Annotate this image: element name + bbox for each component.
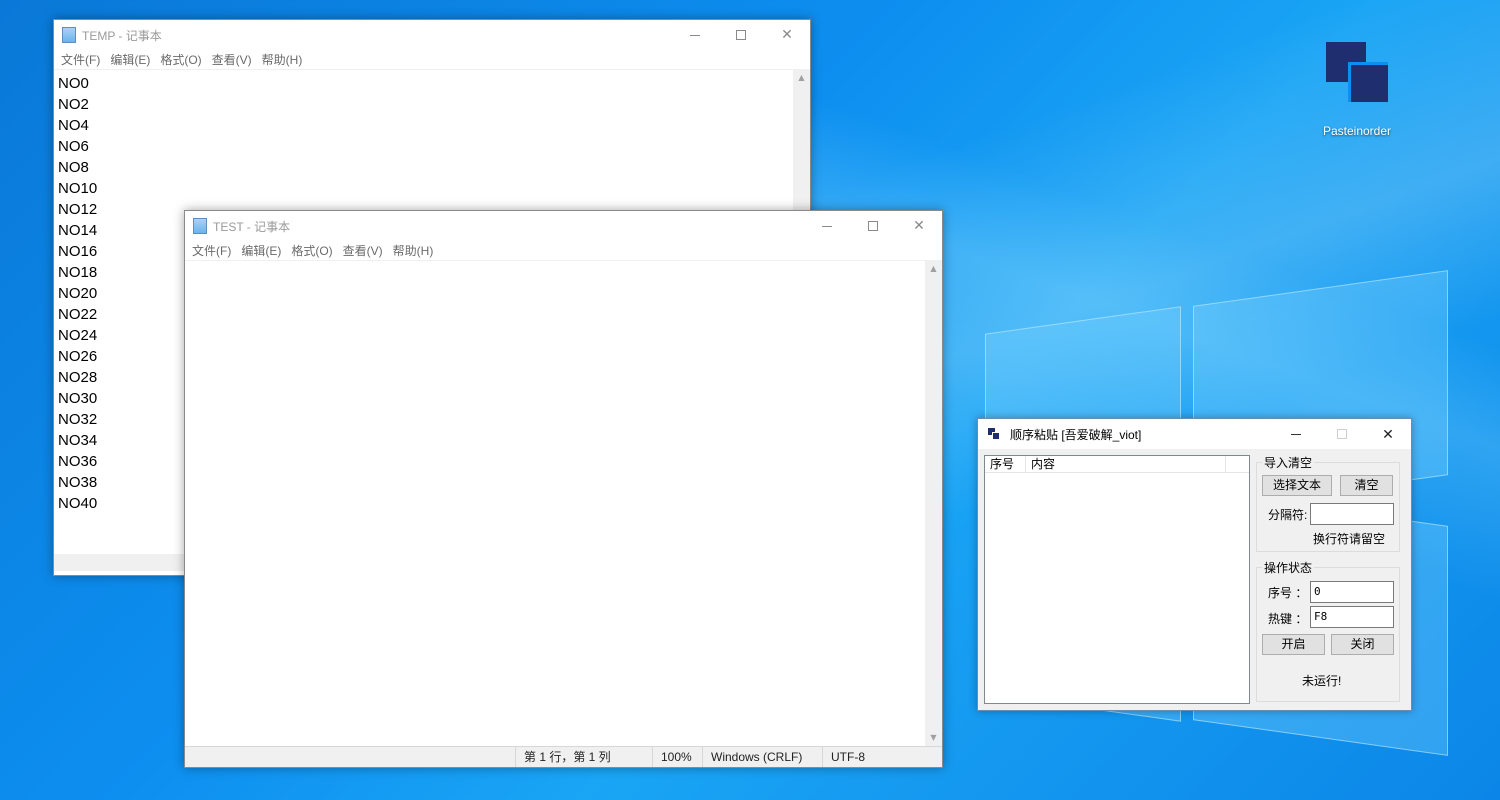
status-line-ending: Windows (CRLF)	[702, 747, 822, 767]
select-text-button[interactable]: 选择文本	[1262, 475, 1332, 496]
run-status-text: 未运行!	[1302, 674, 1342, 688]
text-line: NO10	[58, 180, 98, 197]
maximize-icon	[868, 221, 878, 231]
menu-file[interactable]: 文件(F)	[56, 51, 105, 68]
menu-view[interactable]: 查看(V)	[338, 242, 388, 259]
stop-button[interactable]: 关闭	[1331, 634, 1394, 655]
maximize-button	[1319, 419, 1365, 449]
text-line: NO2	[58, 96, 89, 113]
hotkey-label: 热键 ：	[1268, 612, 1308, 626]
paste-app-window[interactable]: 顺序粘贴 [吾爱破解_viot] ✕ 序号 内容 导入清空 选择文本 清空 分隔…	[977, 418, 1412, 711]
maximize-icon	[1337, 429, 1347, 439]
menu-edit[interactable]: 编辑(E)	[105, 51, 155, 68]
hotkey-input[interactable]: F8	[1310, 606, 1394, 628]
separator-label: 分隔符:	[1268, 508, 1308, 522]
title-bar[interactable]: TEMP - 记事本 ✕	[54, 20, 810, 50]
app-icon	[988, 428, 1000, 440]
desktop-icon-label: Pasteinorder	[1322, 124, 1392, 138]
maximize-icon	[736, 30, 746, 40]
notepad-window-test[interactable]: TEST - 记事本 ✕ 文件(F) 编辑(E) 格式(O) 查看(V) 帮助(…	[184, 210, 943, 768]
group-title: 导入清空	[1262, 454, 1315, 471]
text-editor[interactable]	[185, 260, 925, 746]
text-line: NO6	[58, 138, 89, 155]
menu-view[interactable]: 查看(V)	[207, 51, 257, 68]
title-bar[interactable]: 顺序粘贴 [吾爱破解_viot] ✕	[978, 419, 1411, 449]
list-header: 序号 内容	[985, 456, 1249, 473]
minimize-icon	[1291, 433, 1301, 435]
notepad-icon	[193, 218, 207, 234]
clear-button[interactable]: 清空	[1340, 475, 1393, 496]
status-zoom: 100%	[652, 747, 702, 767]
window-title: TEST - 记事本	[213, 219, 291, 234]
minimize-icon	[822, 225, 832, 227]
close-icon: ✕	[1382, 425, 1394, 442]
minimize-icon	[690, 34, 700, 36]
text-line: NO8	[58, 159, 89, 176]
close-button[interactable]: ✕	[1365, 419, 1411, 449]
menu-bar: 文件(F) 编辑(E) 格式(O) 查看(V) 帮助(H)	[185, 241, 942, 260]
menu-edit[interactable]: 编辑(E)	[236, 242, 286, 259]
menu-help[interactable]: 帮助(H)	[257, 51, 308, 68]
maximize-button[interactable]	[718, 20, 764, 50]
scroll-up-icon[interactable]: ▲	[793, 69, 810, 86]
minimize-button[interactable]	[1273, 419, 1319, 449]
menu-bar: 文件(F) 编辑(E) 格式(O) 查看(V) 帮助(H)	[54, 50, 810, 69]
close-button[interactable]: ✕	[896, 211, 942, 241]
minimize-button[interactable]	[672, 20, 718, 50]
group-title: 操作状态	[1262, 559, 1315, 576]
text-line: NO0	[58, 75, 89, 92]
window-title: TEMP - 记事本	[82, 28, 162, 43]
vertical-scrollbar[interactable]: ▲ ▼	[925, 260, 942, 746]
title-bar[interactable]: TEST - 记事本 ✕	[185, 211, 942, 241]
separator-input[interactable]	[1310, 503, 1394, 525]
status-cursor-position: 第 1 行，第 1 列	[515, 747, 652, 767]
close-icon: ✕	[913, 218, 925, 234]
menu-help[interactable]: 帮助(H)	[388, 242, 439, 259]
content-list[interactable]: 序号 内容	[984, 455, 1250, 704]
start-button[interactable]: 开启	[1262, 634, 1325, 655]
close-icon: ✕	[781, 27, 793, 43]
notepad-icon	[62, 27, 76, 43]
index-label: 序号 ：	[1268, 586, 1308, 600]
minimize-button[interactable]	[804, 211, 850, 241]
status-bar: 第 1 行，第 1 列 100% Windows (CRLF) UTF-8	[185, 746, 942, 767]
scroll-down-icon[interactable]: ▼	[925, 729, 942, 746]
index-input[interactable]: 0	[1310, 581, 1394, 603]
desktop-icon-pasteinorder[interactable]: Pasteinorder	[1305, 40, 1409, 150]
column-header-index[interactable]: 序号	[985, 456, 1026, 472]
menu-file[interactable]: 文件(F)	[187, 242, 236, 259]
separator-hint: 换行符请留空	[1313, 532, 1386, 546]
column-header-content[interactable]: 内容	[1026, 456, 1226, 472]
text-line: NO4	[58, 117, 89, 134]
close-button[interactable]: ✕	[764, 20, 810, 50]
scroll-up-icon[interactable]: ▲	[925, 260, 942, 277]
maximize-button[interactable]	[850, 211, 896, 241]
menu-format[interactable]: 格式(O)	[155, 51, 206, 68]
status-encoding: UTF-8	[822, 747, 942, 767]
menu-format[interactable]: 格式(O)	[286, 242, 337, 259]
window-title: 顺序粘贴 [吾爱破解_viot]	[1010, 427, 1142, 442]
